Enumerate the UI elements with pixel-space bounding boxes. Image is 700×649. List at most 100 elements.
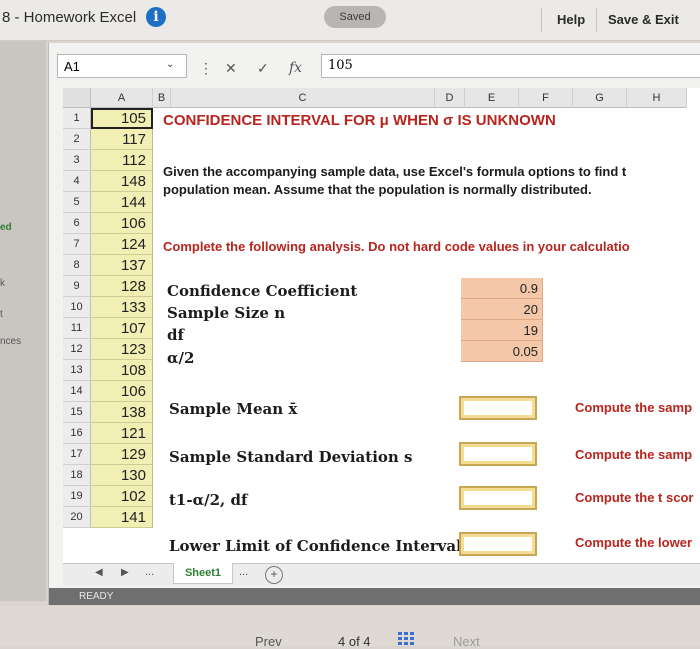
param-label: Confidence Coefficient [167,282,358,300]
excel-window: A1 ⌄ ⋮ ✕ ✓ fx 105 ABCDEFGH 1 105 2 117 3 112 4… [48,43,700,605]
chevron-down-icon[interactable]: ⌄ [166,59,174,70]
app-title: 8 - Homework Excel [2,9,137,26]
computation-hint: Compute the samp [575,447,693,462]
data-cell[interactable]: 141 [91,507,153,528]
column-header[interactable]: B [153,88,171,108]
cancel-icon[interactable]: ✕ [225,60,237,77]
more-sheets-icon[interactable]: ... [239,566,248,578]
computation-hint: Compute the lower [575,535,693,550]
param-value[interactable]: 0.05 [461,341,543,362]
data-cell[interactable]: 107 [91,318,153,339]
row-header[interactable]: 5 [63,192,91,213]
data-cell[interactable]: 112 [91,150,153,171]
param-value[interactable]: 0.9 [461,278,543,299]
row-header[interactable]: 19 [63,486,91,507]
data-cell[interactable]: 124 [91,234,153,255]
computation-label: Sample Mean x̄ [169,400,298,418]
column-header[interactable]: G [573,88,627,108]
data-cell[interactable]: 148 [91,171,153,192]
row-header[interactable]: 4 [63,171,91,192]
more-sheets-icon[interactable]: ... [145,566,154,578]
spreadsheet-grid[interactable]: ABCDEFGH 1 105 2 117 3 112 4 148 5 144 6 106 7 124 8 13… [63,88,700,563]
data-cell[interactable]: 117 [91,129,153,150]
data-cell[interactable]: 144 [91,192,153,213]
row-header[interactable]: 7 [63,234,91,255]
sheet-tab-sheet1[interactable]: Sheet1 [173,563,233,584]
row-header[interactable]: 14 [63,381,91,402]
param-value[interactable]: 20 [461,299,543,320]
column-header[interactable]: F [519,88,573,108]
row-header[interactable]: 12 [63,339,91,360]
column-header[interactable]: C [171,88,435,108]
row-header[interactable]: 18 [63,465,91,486]
param-label: Sample Size n [167,304,286,322]
row-header[interactable]: 2 [63,129,91,150]
column-header[interactable]: E [465,88,519,108]
row-header[interactable]: 11 [63,318,91,339]
info-icon[interactable]: i [146,7,166,27]
column-header[interactable]: D [435,88,465,108]
param-value[interactable]: 19 [461,320,543,341]
row-header[interactable]: 9 [63,276,91,297]
function-icon[interactable]: fx [289,60,302,76]
sample-mean-input[interactable] [459,396,537,420]
lower-limit-input[interactable] [459,532,537,556]
column-header[interactable]: A [91,88,153,108]
t-score-input[interactable] [459,486,537,510]
data-cell[interactable]: 121 [91,423,153,444]
sheet-tabs-bar: ◀ ▶ ... Sheet1 ... + [63,563,700,586]
row-header[interactable]: 3 [63,150,91,171]
more-vertical-icon[interactable]: ⋮ [199,60,213,77]
add-sheet-icon[interactable]: + [265,566,283,584]
data-cell[interactable]: 106 [91,213,153,234]
data-cell[interactable]: 130 [91,465,153,486]
side-label: ed [0,222,12,233]
computation-label: Lower Limit of Confidence Interval [169,537,462,555]
side-label: t [0,309,3,320]
row-header[interactable]: 10 [63,297,91,318]
bottom-nav: Prev 4 of 4 Next [0,606,700,649]
select-all-corner[interactable] [63,88,91,108]
next-sheet-icon[interactable]: ▶ [121,567,129,578]
next-button[interactable]: Next [453,634,480,649]
row-header[interactable]: 15 [63,402,91,423]
row-header[interactable]: 17 [63,444,91,465]
divider [541,8,542,32]
computation-hint: Compute the samp [575,400,693,415]
data-cell[interactable]: 137 [91,255,153,276]
status-bar: READY [49,588,700,605]
side-label: k [0,278,5,289]
data-cell[interactable]: 128 [91,276,153,297]
row-header[interactable]: 8 [63,255,91,276]
computation-label: Sample Standard Deviation s [169,448,413,466]
row-header[interactable]: 13 [63,360,91,381]
grid-icon[interactable] [398,632,414,646]
prev-button[interactable]: Prev [255,634,282,649]
data-cell[interactable]: 106 [91,381,153,402]
data-cell[interactable]: 102 [91,486,153,507]
data-cell[interactable]: 123 [91,339,153,360]
confirm-icon[interactable]: ✓ [257,60,269,77]
top-bar: 8 - Homework Excel i Saved Help Save & E… [0,0,700,41]
sample-sd-input[interactable] [459,442,537,466]
column-header[interactable]: H [627,88,687,108]
analysis-prompt: Complete the following analysis. Do not … [163,239,630,254]
sheet-heading: CONFIDENCE INTERVAL FOR μ WHEN σ IS UNKN… [163,112,556,129]
prev-sheet-icon[interactable]: ◀ [95,567,103,578]
save-exit-button[interactable]: Save & Exit [608,12,679,27]
row-header[interactable]: 16 [63,423,91,444]
data-cell[interactable]: 105 [91,108,153,129]
formula-input[interactable]: 105 [321,54,700,78]
data-cell[interactable]: 138 [91,402,153,423]
data-cell[interactable]: 129 [91,444,153,465]
param-label: df [167,326,184,344]
param-label: α/2 [167,349,195,367]
instructions-line: population mean. Assume that the populat… [163,182,592,197]
formula-bar: A1 ⌄ ⋮ ✕ ✓ fx 105 [49,51,700,83]
row-header[interactable]: 6 [63,213,91,234]
data-cell[interactable]: 108 [91,360,153,381]
help-button[interactable]: Help [557,12,585,27]
data-cell[interactable]: 133 [91,297,153,318]
row-header[interactable]: 20 [63,507,91,528]
row-header[interactable]: 1 [63,108,91,129]
